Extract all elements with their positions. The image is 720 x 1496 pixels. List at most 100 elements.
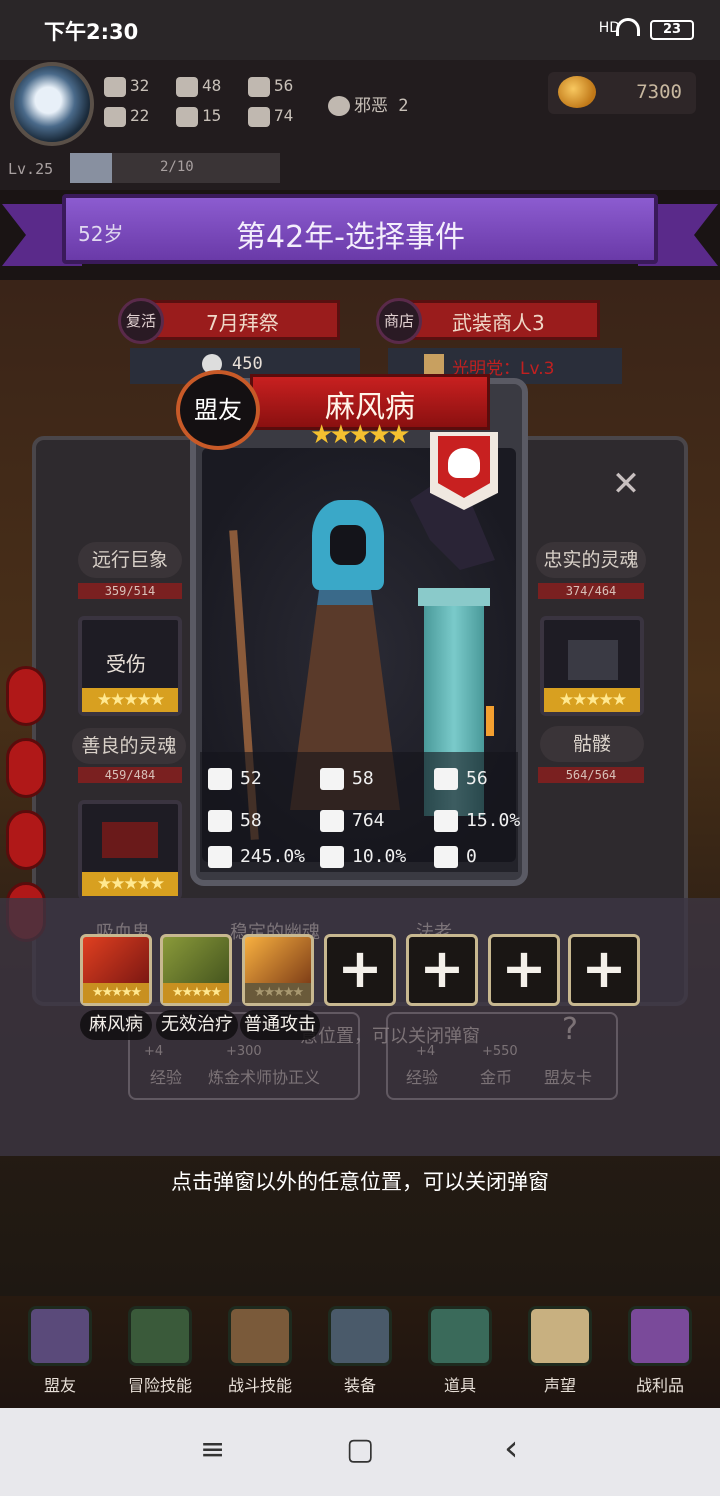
nav-loot[interactable]: 战利品 [620,1306,700,1396]
side-action-3[interactable] [6,810,46,870]
fist-icon [104,76,126,97]
skill-name-2: 无效治疗 [156,1010,238,1040]
ally-card-left-3[interactable]: ★★★★★ [78,800,182,900]
stat-defense: 15 [176,106,221,127]
ghost-reward-label-5: 盟友卡 [544,1068,593,1087]
ally-name-right-1: 忠实的灵魂 [536,542,646,578]
event-cost-1: 450 [232,354,263,374]
card-stat-misc: 0 [434,846,477,868]
xp-bar: 2/10 [70,153,280,183]
yin-yang-icon [328,96,350,116]
ally-card-status: 受伤 [106,652,146,676]
treasure-chest-icon [628,1306,692,1366]
skeleton-icon [568,640,618,680]
stat-magic: 56 [248,76,293,97]
side-action-2[interactable] [6,738,46,798]
ally-card-stars: ★★★★★ [82,872,178,896]
close-hint: 点击弹窗以外的任意位置，可以关闭弹窗 [171,1170,549,1194]
system-nav-bar: ≡ ▢ ‹ [0,1408,720,1496]
add-skill-button-4[interactable]: + [568,934,640,1006]
nav-adventure-skills[interactable]: 冒险技能 [120,1306,200,1396]
boot-icon [434,846,458,868]
player-level: Lv.25 [8,160,54,178]
card-stat-health: 764 [320,810,385,832]
side-action-1[interactable] [6,666,46,726]
ghost-reward-label-1: 经验 [150,1068,183,1087]
hooded-figure-face [330,525,366,565]
card-stat-dodge: 10.0% [320,846,406,868]
ghost-reward-label-4: 金币 [480,1068,513,1087]
nav-allies[interactable]: 盟友 [20,1306,100,1396]
add-skill-button-1[interactable]: + [324,934,396,1006]
burst-icon [208,846,232,868]
vampire-icon [102,822,158,858]
nav-items[interactable]: 道具 [420,1306,500,1396]
crossed-swords-icon [328,1306,392,1366]
ally-card-left-2[interactable]: 受伤 ★★★★★ [78,616,182,716]
nav-combat-skills[interactable]: 战斗技能 [220,1306,300,1396]
gloves-icon [28,1306,92,1366]
ally-hp-right-2: 564/564 [538,767,644,783]
nav-label: 战利品 [635,1376,684,1395]
year-title: 第42年-选择事件 [236,220,465,255]
ghost-reward-label-2: 炼金术师协正义 [208,1068,321,1087]
ally-name-left-1: 远行巨象 [78,542,182,578]
nav-reputation[interactable]: 声望 [520,1306,600,1396]
pillar-cap [418,588,490,606]
ally-card-right-2[interactable]: ★★★★★ [540,616,644,716]
nav-equipment[interactable]: 装备 [320,1306,400,1396]
back-icon[interactable]: ‹ [504,1428,518,1469]
shield-icon [320,768,344,790]
add-skill-button-2[interactable]: + [406,934,478,1006]
card-stars: ★★★★★ [310,420,411,450]
alignment: 邪恶 2 [328,91,408,116]
nav-label: 道具 [443,1376,476,1395]
card-stat-crit-rate: 15.0% [434,810,520,832]
candle-icon [486,706,494,736]
scroll-icon [528,1306,592,1366]
ally-name-left-2: 善良的灵魂 [72,728,186,764]
ghost-reward-amount-3: +4 [416,1044,436,1059]
boot-icon [176,76,198,97]
hood-icon [208,810,232,832]
nav-label: 冒险技能 [127,1376,192,1395]
nav-label: 装备 [343,1376,376,1395]
skill-slot-2[interactable]: ★★★★★ [160,934,232,1006]
armor-icon [176,106,198,127]
ally-name-right-2: 骷髅 [540,726,644,762]
ally-badge: 盟友 [176,370,260,450]
player-avatar[interactable] [10,62,94,146]
skill-slot-1[interactable]: ★★★★★ [80,934,152,1006]
home-icon[interactable]: ▢ [346,1432,374,1467]
wizard-hat-icon [248,76,270,97]
skill-stars-2: ★★★★★ [163,983,229,1003]
ghost-reward-amount-1: +4 [144,1044,164,1059]
skill-stars-3: ★★★★★ [245,983,311,1003]
event-tag-1: 复活 [118,298,164,344]
battery-icon: 23 [650,20,694,40]
stat-spirit: 74 [248,106,293,127]
backpack-icon [228,1306,292,1366]
spellbook-icon [128,1306,192,1366]
ghost-reward-amount-4: +550 [482,1044,518,1059]
nav-label: 声望 [543,1376,576,1395]
ally-hp-left-1: 359/514 [78,583,182,599]
nav-label: 战斗技能 [227,1376,292,1395]
flame-icon [434,810,458,832]
leaf-icon [248,106,270,127]
ally-hp-left-2: 459/484 [78,767,182,783]
event-tag-2: 商店 [376,298,422,344]
hook-icon [434,768,458,790]
xp-text: 2/10 [160,159,194,175]
event-name-2: 武装商人3 [452,311,545,335]
sword-icon [208,768,232,790]
stat-agility: 48 [176,76,221,97]
menu-icon[interactable]: ≡ [200,1432,225,1467]
close-icon[interactable]: ✕ [600,462,652,506]
tower-icon [424,354,444,374]
skill-slot-3[interactable]: ★★★★★ [242,934,314,1006]
player-age: 52岁 [78,222,124,246]
event-name-1: 7月拜祭 [206,311,279,335]
add-skill-button-3[interactable]: + [488,934,560,1006]
card-stat-attack: 52 [208,768,262,790]
